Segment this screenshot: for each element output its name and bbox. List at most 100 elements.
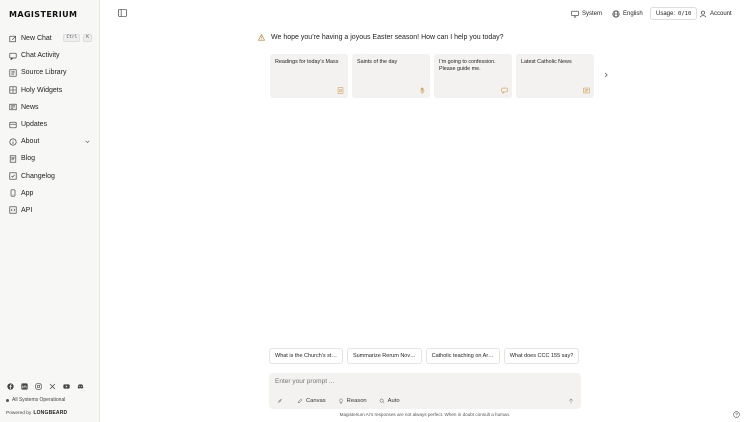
suggestion-chips: What is the Church’s st… Summarize Rerum…: [269, 348, 580, 364]
sidebar-item-api[interactable]: API: [6, 202, 94, 219]
sidebar-nav: New Chat Ctrl K Chat Activity Source Lib…: [6, 30, 94, 219]
youtube-icon[interactable]: [63, 383, 70, 390]
canvas-label: Canvas: [306, 397, 326, 404]
sidebar-item-chat-activity[interactable]: Chat Activity: [6, 47, 94, 64]
hand-icon: [419, 87, 426, 94]
sidebar-item-changelog[interactable]: Changelog: [6, 168, 94, 185]
shortcut-hint: Ctrl K: [63, 34, 92, 42]
disclaimer: Magisterium AI’s responses are not alway…: [339, 412, 511, 417]
suggestion-chip[interactable]: What is the Church’s st…: [269, 348, 343, 364]
sidebar-item-updates[interactable]: Updates: [6, 116, 94, 133]
shortcut-key-ctrl: Ctrl: [63, 34, 81, 42]
sidebar-item-blog[interactable]: Blog: [6, 150, 94, 167]
greeting: We hope you’re having a joyous Easter se…: [258, 34, 504, 41]
powered-by: Powered by LONGBEARD: [6, 410, 67, 416]
info-icon: [9, 138, 17, 146]
edit-icon: [9, 35, 17, 43]
news-icon: [9, 103, 17, 111]
card-saints[interactable]: Saints of the day: [352, 54, 430, 98]
attach-button[interactable]: [275, 395, 285, 406]
discord-icon[interactable]: [77, 383, 84, 390]
globe-icon: [612, 10, 620, 18]
card-readings[interactable]: Readings for today’s Mass: [270, 54, 348, 98]
code-icon: [9, 206, 17, 214]
updates-icon: [9, 121, 17, 129]
card-news[interactable]: Latest Catholic News: [516, 54, 594, 98]
chevron-right-icon: [604, 72, 608, 78]
suggestion-chip[interactable]: Summarize Rerum Nov…: [346, 348, 422, 364]
speech-icon: [501, 87, 508, 95]
account-label: Account: [710, 11, 732, 17]
search-icon: [379, 398, 385, 403]
sidebar-item-app[interactable]: App: [6, 185, 94, 202]
news-icon: [583, 87, 590, 94]
status-dot-icon: [6, 398, 9, 402]
sidebar-item-about[interactable]: About: [6, 133, 94, 150]
status-text: All Systems Operational: [12, 397, 66, 403]
prompt-box: Canvas Reason Auto: [269, 373, 581, 409]
canvas-button[interactable]: Canvas: [293, 395, 330, 406]
powered-by-brand[interactable]: LONGBEARD: [33, 410, 67, 416]
pencil-icon: [297, 398, 303, 403]
sidebar: MAGISTERIUM New Chat Ctrl K Chat Activit…: [0, 0, 100, 422]
book-icon: [337, 87, 344, 94]
shortcut-key-k: K: [83, 34, 92, 42]
instagram-icon[interactable]: [35, 383, 42, 390]
sidebar-item-label: Holy Widgets: [21, 86, 63, 94]
help-icon[interactable]: [733, 405, 740, 418]
prompt-input[interactable]: [275, 378, 565, 385]
system-status[interactable]: All Systems Operational: [6, 397, 65, 403]
reason-label: Reason: [346, 397, 367, 404]
chevron-down-icon[interactable]: [84, 138, 91, 145]
card-confession[interactable]: I’m going to confession. Please guide me…: [434, 54, 512, 98]
powered-by-label: Powered by: [6, 411, 32, 416]
logo[interactable]: MAGISTERIUM: [9, 10, 77, 19]
linkedin-icon[interactable]: [21, 383, 28, 390]
auto-label: Auto: [387, 397, 400, 404]
sidebar-item-holy-widgets[interactable]: Holy Widgets: [6, 82, 94, 99]
card-text: Saints of the day: [357, 59, 398, 65]
auto-button[interactable]: Auto: [375, 395, 404, 406]
user-icon: [699, 10, 707, 18]
phone-icon: [9, 189, 17, 197]
blog-icon: [9, 155, 17, 163]
send-button[interactable]: [566, 396, 575, 405]
sidebar-item-label: Blog: [21, 155, 36, 163]
prompt-tools: Canvas Reason Auto: [275, 395, 404, 406]
sidebar-item-label: Changelog: [21, 172, 55, 180]
greeting-text: We hope you’re having a joyous Easter se…: [271, 34, 504, 41]
quick-cards: Readings for today’s Mass Saints of the …: [270, 54, 594, 98]
warning-triangle-icon: [258, 34, 265, 41]
suggestion-chip[interactable]: What does CCC 155 say?: [503, 348, 580, 364]
card-text: Latest Catholic News: [521, 59, 572, 65]
usage-indicator[interactable]: Usage: 0/10: [650, 7, 698, 20]
language-switcher[interactable]: English: [612, 8, 643, 20]
reason-button[interactable]: Reason: [334, 395, 371, 406]
sidebar-toggle-icon[interactable]: [118, 9, 127, 17]
account-button[interactable]: Account: [699, 8, 732, 20]
suggestion-chip[interactable]: Catholic teaching on Ar…: [425, 348, 500, 364]
library-icon: [9, 69, 17, 77]
chat-icon: [9, 52, 17, 60]
facebook-icon[interactable]: [7, 383, 14, 390]
card-text: Readings for today’s Mass: [275, 59, 339, 65]
sidebar-item-source-library[interactable]: Source Library: [6, 64, 94, 81]
sidebar-item-news[interactable]: News: [6, 99, 94, 116]
monitor-icon: [571, 10, 579, 18]
x-icon[interactable]: [49, 383, 56, 390]
social-links: [7, 383, 84, 390]
usage-value: 0/10: [678, 10, 692, 17]
cards-next-button[interactable]: [600, 69, 612, 81]
sidebar-item-label: Chat Activity: [21, 52, 60, 60]
language-label: English: [623, 11, 643, 17]
sidebar-item-new-chat[interactable]: New Chat Ctrl K: [6, 30, 94, 47]
changelog-icon: [9, 172, 17, 180]
usage-label: Usage:: [656, 10, 676, 17]
sidebar-item-label: About: [21, 138, 40, 146]
sidebar-item-label: Updates: [21, 121, 48, 129]
theme-switcher[interactable]: System: [571, 8, 602, 20]
widgets-icon: [9, 86, 17, 94]
sidebar-item-label: Source Library: [21, 69, 67, 77]
card-text: I’m going to confession. Please guide me…: [439, 59, 496, 72]
theme-label: System: [582, 11, 603, 17]
